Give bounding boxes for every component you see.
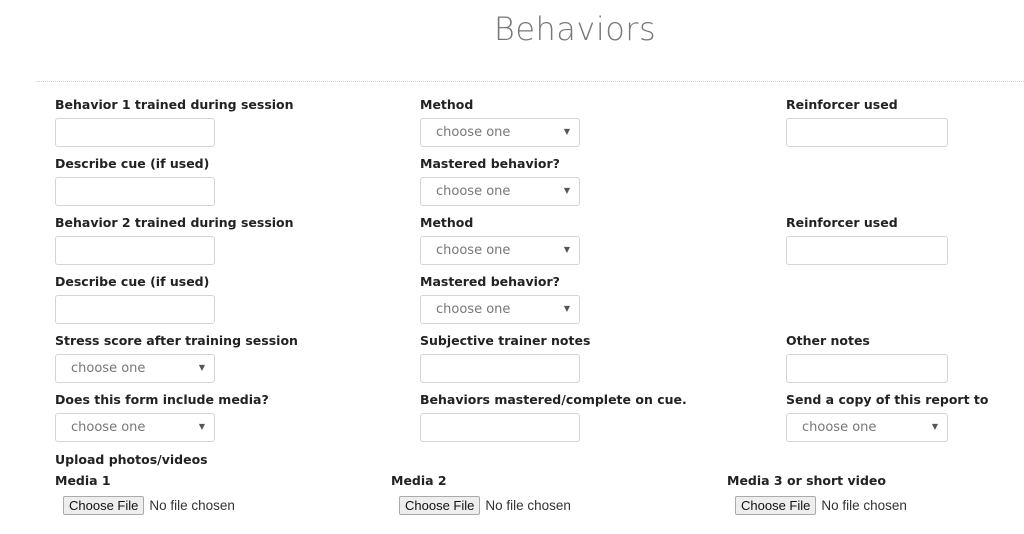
cue2-label: Describe cue (if used) bbox=[55, 274, 210, 289]
method1-label: Method bbox=[420, 97, 474, 112]
cue1-label: Describe cue (if used) bbox=[55, 156, 210, 171]
stress-value: choose one bbox=[71, 361, 146, 376]
media3-file-status: No file chosen bbox=[821, 498, 907, 513]
trainer-notes-input[interactable] bbox=[420, 354, 580, 383]
chevron-down-icon: ▼ bbox=[563, 127, 570, 136]
chevron-down-icon: ▼ bbox=[198, 363, 205, 372]
chevron-down-icon: ▼ bbox=[563, 186, 570, 195]
mastered2-label: Mastered behavior? bbox=[420, 274, 560, 289]
reinforcer2-label: Reinforcer used bbox=[786, 215, 898, 230]
media-included-value: choose one bbox=[71, 420, 146, 435]
mastered1-select[interactable]: choose one ▼ bbox=[420, 177, 580, 206]
send-copy-label: Send a copy of this report to bbox=[786, 392, 989, 407]
chevron-down-icon: ▼ bbox=[198, 422, 205, 431]
mastered-on-cue-input[interactable] bbox=[420, 413, 580, 442]
reinforcer1-input[interactable] bbox=[786, 118, 948, 147]
behavior1-input[interactable] bbox=[55, 118, 215, 147]
method2-select[interactable]: choose one ▼ bbox=[420, 236, 580, 265]
media2-file-status: No file chosen bbox=[485, 498, 571, 513]
media1-choose-file-button[interactable]: Choose File bbox=[63, 496, 145, 515]
media-included-label: Does this form include media? bbox=[55, 392, 269, 407]
send-copy-value: choose one bbox=[802, 420, 877, 435]
mastered2-value: choose one bbox=[436, 302, 511, 317]
method1-value: choose one bbox=[436, 125, 511, 140]
behavior1-label: Behavior 1 trained during session bbox=[55, 97, 294, 112]
mastered1-label: Mastered behavior? bbox=[420, 156, 560, 171]
mastered1-value: choose one bbox=[436, 184, 511, 199]
mastered2-select[interactable]: choose one ▼ bbox=[420, 295, 580, 324]
cue1-input[interactable] bbox=[55, 177, 215, 206]
behavior2-input[interactable] bbox=[55, 236, 215, 265]
reinforcer1-label: Reinforcer used bbox=[786, 97, 898, 112]
media3-choose-file-button[interactable]: Choose File bbox=[735, 496, 817, 515]
stress-select[interactable]: choose one ▼ bbox=[55, 354, 215, 383]
media3-label: Media 3 or short video bbox=[727, 473, 886, 488]
trainer-notes-label: Subjective trainer notes bbox=[420, 333, 591, 348]
method2-value: choose one bbox=[436, 243, 511, 258]
other-notes-label: Other notes bbox=[786, 333, 870, 348]
media3-file-input[interactable]: Choose File No file chosen bbox=[735, 496, 907, 515]
chevron-down-icon: ▼ bbox=[563, 304, 570, 313]
behavior2-label: Behavior 2 trained during session bbox=[55, 215, 294, 230]
media1-file-status: No file chosen bbox=[149, 498, 235, 513]
upload-heading: Upload photos/videos bbox=[55, 452, 208, 467]
media-included-select[interactable]: choose one ▼ bbox=[55, 413, 215, 442]
method1-select[interactable]: choose one ▼ bbox=[420, 118, 580, 147]
media2-label: Media 2 bbox=[391, 473, 447, 488]
reinforcer2-input[interactable] bbox=[786, 236, 948, 265]
page-title: Behaviors bbox=[493, 10, 657, 48]
stress-label: Stress score after training session bbox=[55, 333, 298, 348]
method2-label: Method bbox=[420, 215, 474, 230]
media1-label: Media 1 bbox=[55, 473, 111, 488]
media1-file-input[interactable]: Choose File No file chosen bbox=[63, 496, 235, 515]
chevron-down-icon: ▼ bbox=[931, 422, 938, 431]
media2-file-input[interactable]: Choose File No file chosen bbox=[399, 496, 571, 515]
media2-choose-file-button[interactable]: Choose File bbox=[399, 496, 481, 515]
divider bbox=[37, 81, 1024, 82]
chevron-down-icon: ▼ bbox=[563, 245, 570, 254]
send-copy-select[interactable]: choose one ▼ bbox=[786, 413, 948, 442]
mastered-on-cue-label: Behaviors mastered/complete on cue. bbox=[420, 392, 687, 407]
cue2-input[interactable] bbox=[55, 295, 215, 324]
other-notes-input[interactable] bbox=[786, 354, 948, 383]
